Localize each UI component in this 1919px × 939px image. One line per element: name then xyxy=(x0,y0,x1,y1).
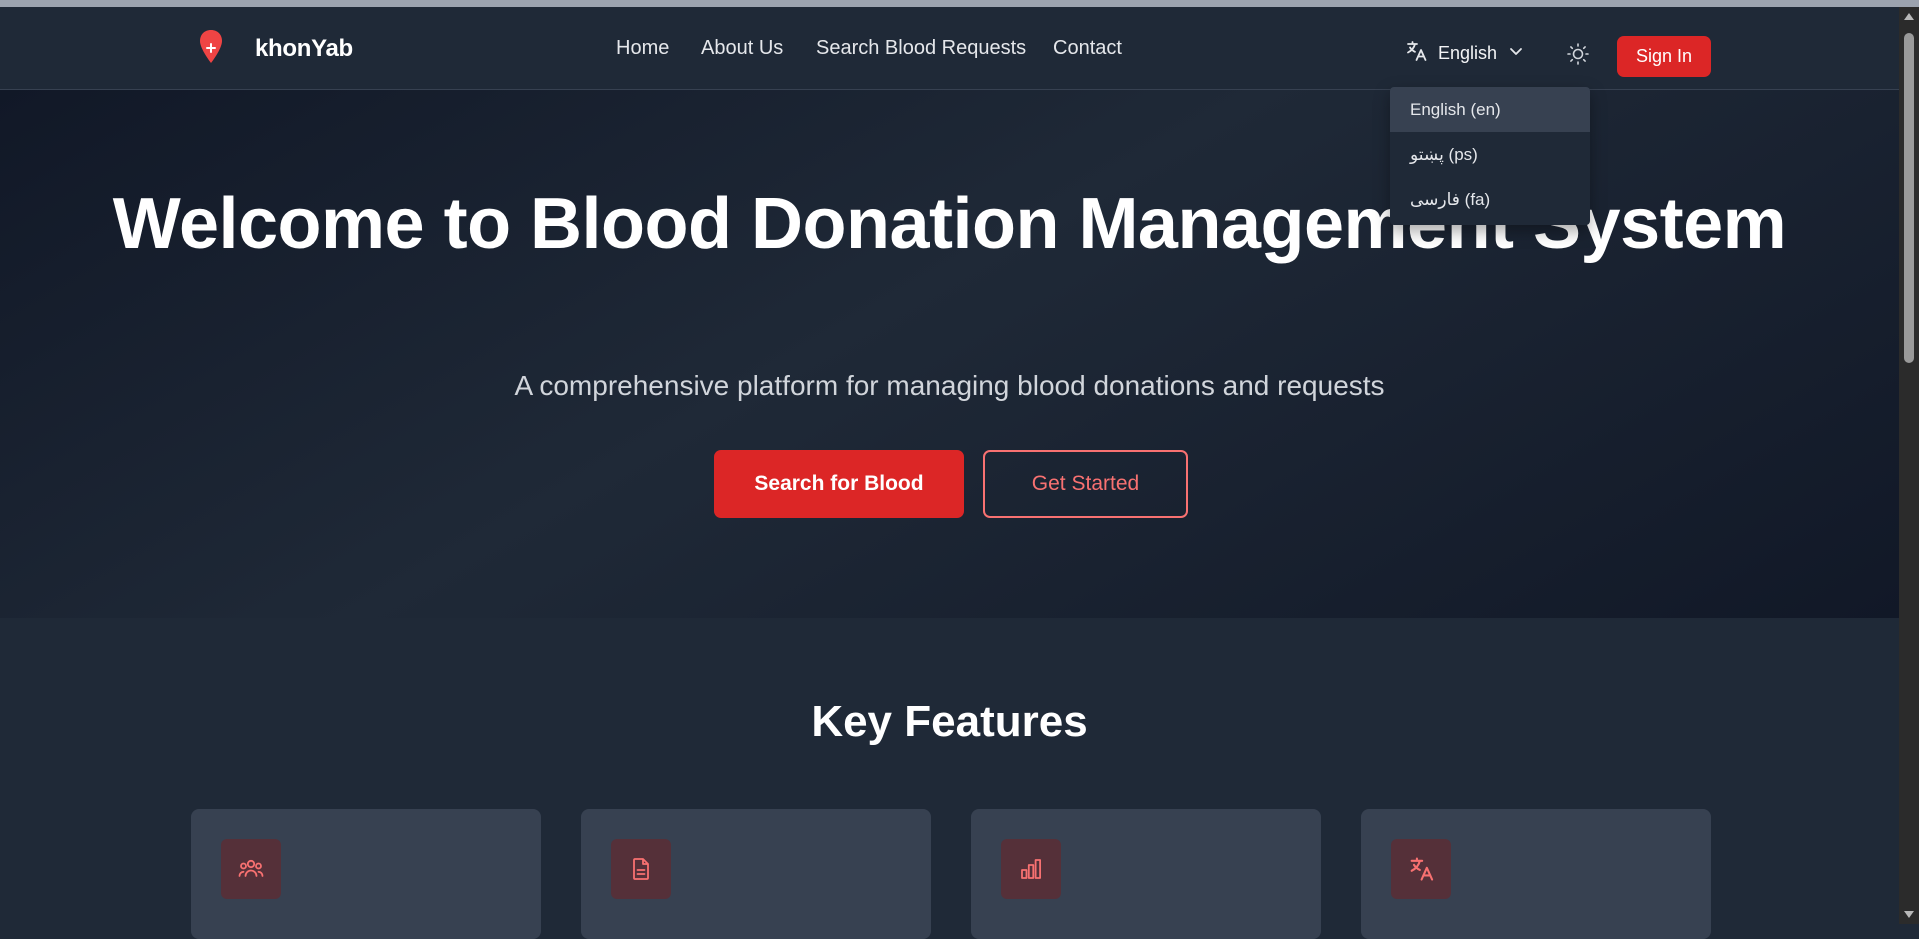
translate-icon xyxy=(1391,839,1451,899)
language-dropdown-menu: English (en) پښتو (ps) فارسی (fa) xyxy=(1390,87,1590,225)
theme-toggle-sun-icon[interactable] xyxy=(1565,41,1591,67)
feature-card[interactable] xyxy=(191,809,541,939)
feature-card[interactable] xyxy=(1361,809,1711,939)
language-label: English xyxy=(1438,42,1498,63)
feature-card[interactable] xyxy=(971,809,1321,939)
language-option-fa[interactable]: فارسی (fa) xyxy=(1390,177,1590,222)
hero-title: Welcome to Blood Donation Management Sys… xyxy=(112,184,1787,264)
scroll-thumb[interactable] xyxy=(1904,33,1914,363)
browser-top-edge xyxy=(0,0,1919,7)
bar-chart-icon xyxy=(1001,839,1061,899)
scroll-up-arrow-icon[interactable] xyxy=(1904,13,1914,20)
language-option-ps[interactable]: پښتو (ps) xyxy=(1390,132,1590,177)
chevron-down-icon xyxy=(1507,42,1525,65)
main-nav: Home About Us Search Blood Requests Cont… xyxy=(0,37,1899,67)
feature-card[interactable] xyxy=(581,809,931,939)
translate-icon xyxy=(1404,39,1428,68)
hero-section: Welcome to Blood Donation Management Sys… xyxy=(0,90,1899,618)
users-icon xyxy=(221,839,281,899)
sign-in-button[interactable]: Sign In xyxy=(1617,36,1711,77)
vertical-scrollbar[interactable] xyxy=(1899,7,1919,924)
nav-search-requests-link[interactable]: Search Blood Requests xyxy=(816,37,1026,60)
nav-home-link[interactable]: Home xyxy=(616,37,669,60)
features-title: Key Features xyxy=(811,697,1088,746)
nav-about-link[interactable]: About Us xyxy=(701,37,783,60)
nav-contact-link[interactable]: Contact xyxy=(1053,37,1122,60)
document-icon xyxy=(611,839,671,899)
language-option-en[interactable]: English (en) xyxy=(1390,87,1590,132)
navbar: khonYab Home About Us Search Blood Reque… xyxy=(0,7,1899,90)
get-started-button[interactable]: Get Started xyxy=(983,450,1188,518)
language-selector[interactable]: English xyxy=(1404,35,1525,71)
search-for-blood-button[interactable]: Search for Blood xyxy=(714,450,964,518)
hero-subtitle: A comprehensive platform for managing bl… xyxy=(514,370,1385,401)
scroll-down-arrow-icon[interactable] xyxy=(1904,911,1914,918)
